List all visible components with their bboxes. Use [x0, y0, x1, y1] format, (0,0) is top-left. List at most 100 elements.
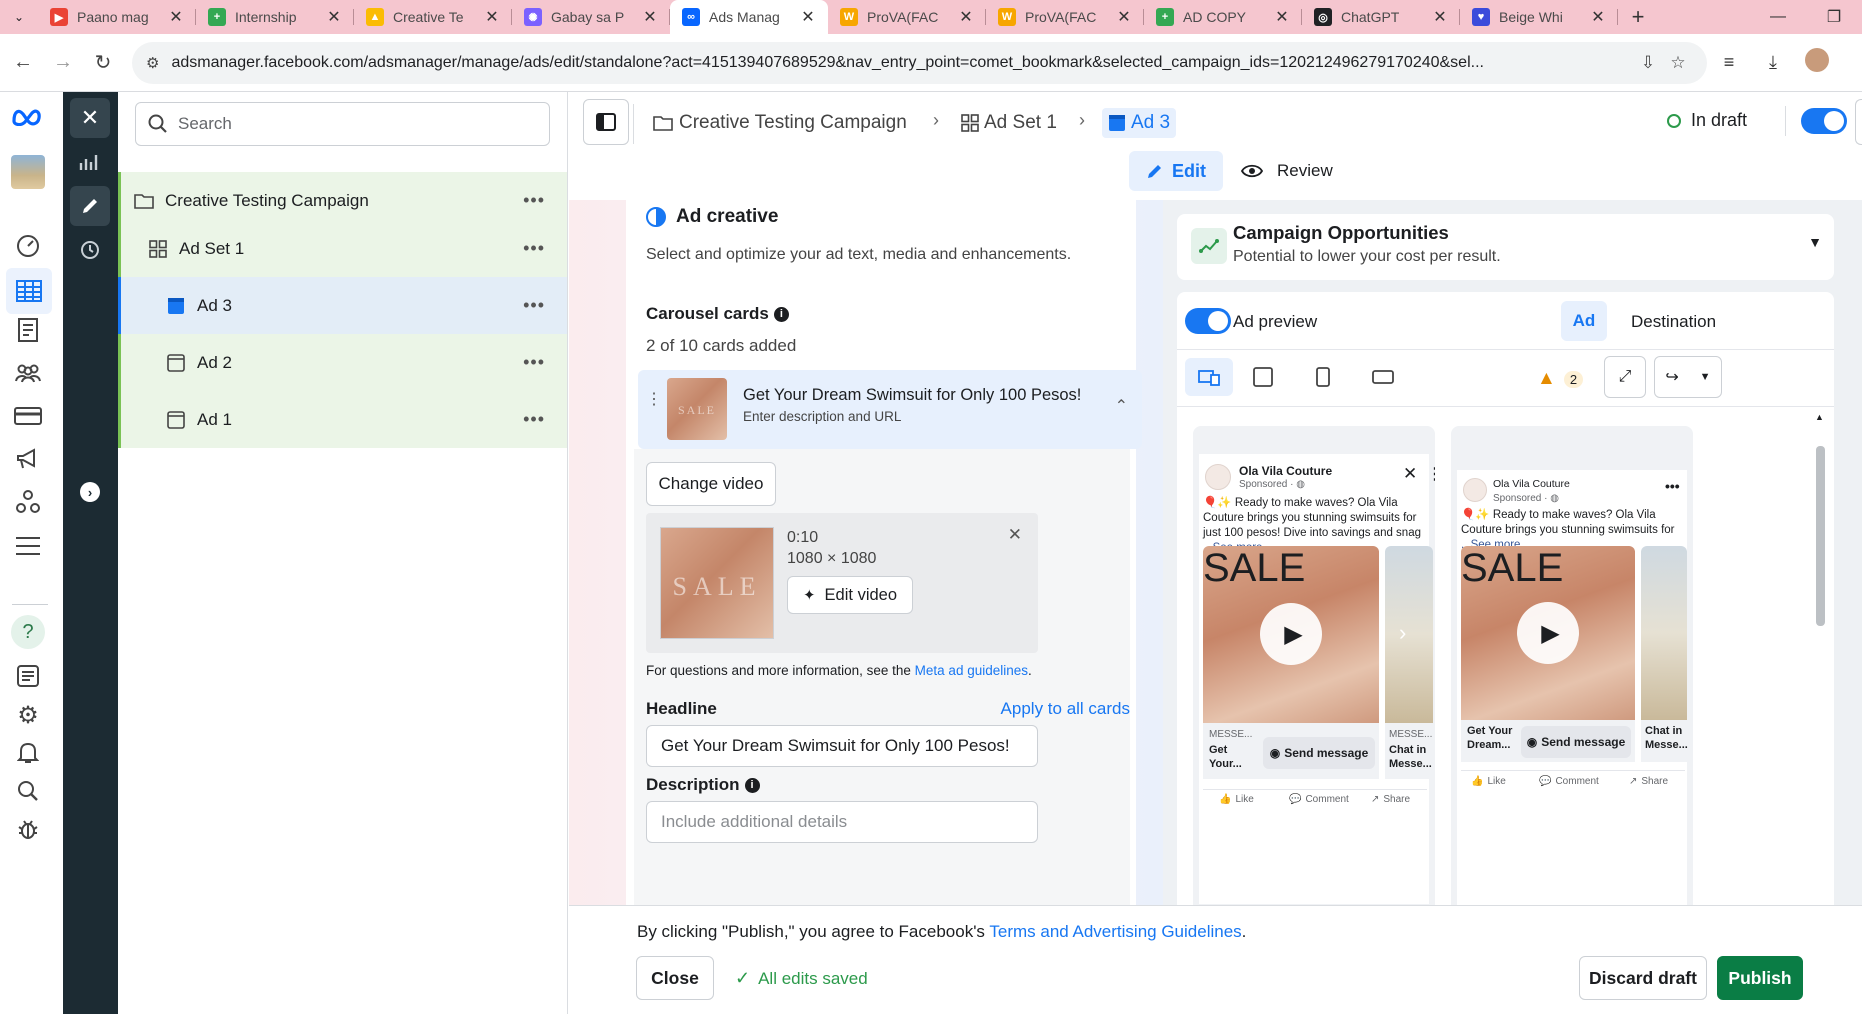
browser-tab[interactable]: ▲ Creative Te ✕: [354, 0, 512, 34]
description-field[interactable]: [661, 812, 1023, 832]
back-icon[interactable]: ←: [6, 46, 40, 80]
tree-item-ad-1[interactable]: Ad 1 •••: [118, 391, 567, 448]
send-message-button[interactable]: ◉ Send message: [1521, 726, 1631, 758]
headline-field[interactable]: [661, 736, 1023, 756]
post-more-icon[interactable]: •••: [1665, 478, 1680, 494]
post-more-icon[interactable]: ⋮: [1427, 464, 1435, 484]
browser-tab[interactable]: + Internship ✕: [196, 0, 354, 34]
minimize-window-icon[interactable]: —: [1750, 8, 1806, 26]
billing-card-icon[interactable]: [10, 398, 46, 434]
close-tab-icon[interactable]: ✕: [166, 7, 186, 27]
ad-preview-toggle[interactable]: [1185, 308, 1231, 334]
share-button[interactable]: ↗ Share: [1629, 776, 1668, 787]
publish-button[interactable]: Publish: [1717, 956, 1803, 1000]
send-message-button[interactable]: ◉ Send message: [1263, 737, 1375, 769]
warnings-badge[interactable]: ▲ 2: [1537, 368, 1584, 390]
audiences-icon[interactable]: [10, 355, 46, 391]
breadcrumb-ad[interactable]: Ad 3: [1102, 108, 1177, 138]
review-mode-button[interactable]: Review: [1241, 151, 1333, 191]
discard-draft-button[interactable]: Discard draft: [1579, 956, 1707, 1000]
like-button[interactable]: 👍 Like: [1471, 776, 1506, 787]
history-clock-icon[interactable]: [70, 230, 110, 270]
carousel-image-card-2[interactable]: [1641, 546, 1687, 720]
edit-pencil-icon[interactable]: [70, 186, 110, 226]
address-bar[interactable]: ⚙ adsmanager.facebook.com/adsmanager/man…: [132, 41, 1707, 84]
carousel-video-card-1[interactable]: SALE ▶: [1461, 546, 1635, 720]
campaigns-table-icon[interactable]: [6, 268, 52, 314]
feed-square-icon[interactable]: [1239, 358, 1287, 396]
close-tab-icon[interactable]: ✕: [798, 7, 818, 27]
new-tab-button[interactable]: +: [1618, 0, 1658, 34]
video-thumbnail[interactable]: SALE: [660, 527, 774, 639]
search-icon[interactable]: [10, 773, 46, 809]
dashboard-gauge-icon[interactable]: [10, 227, 46, 263]
carousel-image-card-2[interactable]: ›: [1385, 546, 1433, 723]
expand-panel-icon[interactable]: ›: [70, 472, 110, 512]
ad-on-off-toggle[interactable]: [1801, 108, 1847, 134]
bookmark-star-icon[interactable]: ☆: [1663, 53, 1693, 73]
close-tab-icon[interactable]: ✕: [1430, 7, 1450, 27]
tree-item-ad-2[interactable]: Ad 2 •••: [118, 334, 567, 391]
tree-search-box[interactable]: [135, 102, 550, 146]
landscape-icon[interactable]: [1359, 358, 1407, 396]
browser-tab[interactable]: ✺ Gabay sa P ✕: [512, 0, 670, 34]
tree-search-input[interactable]: [178, 114, 518, 134]
page-inbox-icon[interactable]: [10, 658, 46, 694]
more-options-icon[interactable]: •••: [523, 190, 545, 211]
close-editor-icon[interactable]: ✕: [70, 98, 110, 138]
close-post-icon[interactable]: ✕: [1403, 464, 1417, 484]
close-tab-icon[interactable]: ✕: [956, 7, 976, 27]
business-tools-icon[interactable]: [10, 484, 46, 520]
tab-search-dropdown-icon[interactable]: ⌄: [0, 0, 38, 34]
carousel-video-card-1[interactable]: SALE ▶: [1203, 546, 1379, 723]
reload-icon[interactable]: ↻: [86, 46, 120, 80]
ad-announcement-icon[interactable]: [10, 441, 46, 477]
browser-tab[interactable]: W ProVA(FAC ✕: [828, 0, 986, 34]
headline-input[interactable]: [646, 725, 1038, 767]
toggle-panel-button[interactable]: [583, 99, 629, 145]
share-button[interactable]: ↗ Share: [1371, 794, 1410, 805]
performance-chart-icon[interactable]: [70, 142, 110, 182]
more-options-icon[interactable]: •••: [523, 409, 545, 430]
browser-tab[interactable]: W ProVA(FAC ✕: [986, 0, 1144, 34]
downloads-icon[interactable]: ⤓: [1751, 52, 1795, 73]
carousel-next-icon[interactable]: ›: [1399, 620, 1406, 646]
restore-window-icon[interactable]: ❐: [1806, 7, 1862, 27]
browser-tab[interactable]: ♥ Beige Whi ✕: [1460, 0, 1618, 34]
mobile-story-icon[interactable]: [1299, 358, 1347, 396]
close-button[interactable]: Close: [636, 956, 714, 1000]
info-icon[interactable]: i: [773, 306, 789, 322]
overflow-button[interactable]: [1855, 99, 1862, 145]
meta-logo-icon[interactable]: [10, 98, 46, 134]
all-placements-icon[interactable]: [1185, 358, 1233, 396]
info-icon[interactable]: i: [744, 777, 760, 793]
edit-video-button[interactable]: ✦ Edit video: [787, 576, 913, 614]
description-input[interactable]: [646, 801, 1038, 843]
browser-tab[interactable]: ∞ Ads Manag ✕: [670, 0, 828, 34]
close-tab-icon[interactable]: ✕: [1272, 7, 1292, 27]
all-tools-menu-icon[interactable]: [10, 528, 46, 564]
forward-icon[interactable]: →: [46, 46, 80, 80]
browser-tab[interactable]: ▶ Paano mag ✕: [38, 0, 196, 34]
meta-ad-guidelines-link[interactable]: Meta ad guidelines: [915, 663, 1028, 678]
tree-item-adset[interactable]: Ad Set 1 •••: [118, 220, 567, 277]
comment-button[interactable]: 💬 Comment: [1539, 776, 1599, 787]
comment-button[interactable]: 💬 Comment: [1289, 794, 1349, 805]
close-tab-icon[interactable]: ✕: [1588, 7, 1608, 27]
tree-item-ad-3[interactable]: Ad 3 •••: [118, 277, 567, 334]
settings-gear-icon[interactable]: ⚙: [10, 697, 46, 733]
carousel-card-row[interactable]: ⋮⋮ SALE Get Your Dream Swimsuit for Only…: [638, 370, 1142, 449]
reports-icon[interactable]: [10, 312, 46, 348]
preview-scrollbar[interactable]: ▲: [1813, 412, 1827, 912]
site-settings-icon[interactable]: ⚙: [146, 54, 159, 72]
close-tab-icon[interactable]: ✕: [640, 7, 660, 27]
close-tab-icon[interactable]: ✕: [1114, 7, 1134, 27]
change-video-button[interactable]: Change video: [646, 462, 776, 506]
more-options-icon[interactable]: •••: [523, 238, 545, 259]
breadcrumb-campaign[interactable]: Creative Testing Campaign: [653, 108, 907, 138]
share-preview-button[interactable]: ↪ ▼: [1654, 356, 1722, 398]
play-icon[interactable]: ▶: [1517, 602, 1579, 664]
more-options-icon[interactable]: •••: [523, 352, 545, 373]
account-avatar[interactable]: [10, 154, 46, 190]
browser-tab[interactable]: ◎ ChatGPT ✕: [1302, 0, 1460, 34]
